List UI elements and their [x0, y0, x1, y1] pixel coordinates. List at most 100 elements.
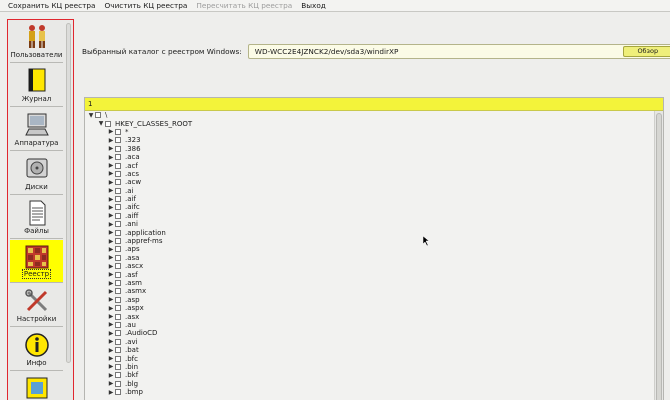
browse-button[interactable]: Обзор	[622, 46, 670, 57]
tree-row[interactable]: ▶ .AudioCD	[85, 329, 653, 337]
tree-root-row[interactable]: ▼ \	[85, 111, 653, 119]
checkbox[interactable]	[115, 380, 121, 387]
checkbox[interactable]	[115, 338, 121, 345]
sidebar-item-files[interactable]: Файлы	[10, 196, 63, 239]
checkbox[interactable]	[115, 347, 121, 354]
collapsed-arrow-icon[interactable]: ▶	[107, 170, 115, 177]
collapsed-arrow-icon[interactable]: ▶	[107, 321, 115, 328]
menu-exit[interactable]: Выход	[301, 1, 326, 10]
tree-row[interactable]: ▶ .ascx	[85, 262, 653, 270]
sidebar-item-journal[interactable]: Журнал	[10, 64, 63, 107]
checkbox[interactable]	[115, 280, 121, 286]
tree-scrollbar-thumb[interactable]	[656, 113, 662, 400]
tree-row[interactable]: ▶ .ani	[85, 220, 653, 228]
collapsed-arrow-icon[interactable]: ▶	[107, 347, 115, 354]
checkbox[interactable]	[115, 221, 121, 228]
checkbox[interactable]	[115, 355, 121, 362]
checkbox[interactable]	[115, 196, 121, 203]
checkbox[interactable]	[115, 296, 121, 303]
collapsed-arrow-icon[interactable]: ▶	[107, 296, 115, 303]
checkbox[interactable]	[115, 288, 121, 295]
sidebar-item-disks[interactable]: Диски	[10, 152, 63, 195]
menu-save-registry-checksum[interactable]: Сохранить КЦ реестра	[8, 1, 96, 10]
collapsed-arrow-icon[interactable]: ▶	[107, 330, 115, 337]
sidebar-item-hardware[interactable]: Аппаратура	[10, 108, 63, 151]
tree-row[interactable]: ▶ .asx	[85, 312, 653, 321]
tree-row[interactable]: ▶ .acs	[85, 170, 653, 178]
collapsed-arrow-icon[interactable]: ▶	[107, 154, 115, 161]
tree-row[interactable]: ▶ .avi	[85, 338, 653, 346]
menu-clear-registry-checksum[interactable]: Очистить КЦ реестра	[105, 1, 188, 10]
collapsed-arrow-icon[interactable]: ▶	[107, 288, 115, 295]
collapsed-arrow-icon[interactable]: ▶	[107, 246, 115, 253]
tree-row[interactable]: ▶ .aca	[85, 153, 653, 161]
tree-row[interactable]: ▶ .asp	[85, 296, 653, 304]
collapsed-arrow-icon[interactable]: ▶	[107, 389, 115, 396]
checkbox[interactable]	[115, 389, 121, 396]
checkbox[interactable]	[115, 363, 121, 370]
menu-recalculate-registry-checksum[interactable]: Пересчитать КЦ реестра	[196, 1, 292, 10]
checkbox[interactable]	[115, 305, 121, 312]
collapsed-arrow-icon[interactable]: ▶	[107, 238, 115, 245]
tree-row[interactable]: ▶ .ai	[85, 187, 653, 195]
checkbox[interactable]	[115, 162, 121, 169]
collapsed-arrow-icon[interactable]: ▶	[107, 372, 115, 379]
sidebar-scrollbar[interactable]	[66, 23, 71, 363]
collapsed-arrow-icon[interactable]: ▶	[107, 221, 115, 228]
checkbox[interactable]	[115, 372, 121, 379]
sidebar-item-settings[interactable]: Настройки	[10, 284, 63, 327]
checkbox[interactable]	[115, 154, 121, 161]
collapsed-arrow-icon[interactable]: ▶	[107, 128, 115, 135]
collapsed-arrow-icon[interactable]: ▶	[107, 380, 115, 387]
tree-row[interactable]: ▶ .asm	[85, 279, 653, 287]
collapsed-arrow-icon[interactable]: ▶	[107, 212, 115, 219]
tree-row[interactable]: ▶ .acf	[85, 161, 653, 170]
sidebar-item-registry[interactable]: Реестр	[10, 240, 63, 283]
checkbox[interactable]	[115, 179, 121, 186]
collapsed-arrow-icon[interactable]: ▶	[107, 145, 115, 152]
tree-row[interactable]: ▶ .bmp	[85, 388, 653, 396]
tree-row[interactable]: ▶ .aifc	[85, 203, 653, 211]
collapsed-arrow-icon[interactable]: ▶	[107, 305, 115, 312]
expanded-arrow-icon[interactable]: ▼	[97, 120, 105, 127]
tree-row[interactable]: ▶ .au	[85, 321, 653, 329]
tree-row[interactable]: ▶ *	[85, 128, 653, 136]
tree-row[interactable]: ▶ .appref-ms	[85, 237, 653, 245]
checkbox[interactable]	[115, 170, 121, 177]
checkbox[interactable]	[115, 204, 121, 211]
registry-tree[interactable]: ▼ \ ▼ HKEY_CLASSES_ROOT ▶ * ▶ .323 ▶ .386 ▶ .ac…	[85, 111, 653, 400]
sidebar-item-info[interactable]: Инфо	[10, 328, 63, 371]
collapsed-arrow-icon[interactable]: ▶	[107, 280, 115, 287]
tree-row[interactable]: ▶ .bin	[85, 363, 653, 371]
tree-row[interactable]: ▶ .application	[85, 228, 653, 237]
tree-row[interactable]: ▶ .323	[85, 136, 653, 144]
checkbox[interactable]	[105, 120, 111, 127]
expanded-arrow-icon[interactable]: ▼	[87, 112, 95, 119]
tree-row[interactable]: ▶ .aif	[85, 195, 653, 203]
collapsed-arrow-icon[interactable]: ▶	[107, 137, 115, 144]
tree-row[interactable]: ▶ .386	[85, 145, 653, 153]
collapsed-arrow-icon[interactable]: ▶	[107, 338, 115, 345]
checkbox[interactable]	[115, 137, 121, 144]
collapsed-arrow-icon[interactable]: ▶	[107, 229, 115, 236]
tree-row[interactable]: ▶ .asf	[85, 270, 653, 279]
tree-row[interactable]: ▶ .asmx	[85, 287, 653, 295]
tree-row[interactable]: ▶ .acw	[85, 178, 653, 186]
sidebar-item-more[interactable]	[10, 372, 63, 400]
tree-scrollbar[interactable]	[654, 111, 663, 400]
tree-row[interactable]: ▶ .bat	[85, 346, 653, 354]
tree-row[interactable]: ▶ .bkf	[85, 371, 653, 379]
collapsed-arrow-icon[interactable]: ▶	[107, 179, 115, 186]
checkbox[interactable]	[115, 145, 121, 152]
checkbox[interactable]	[115, 187, 121, 194]
checkbox[interactable]	[115, 246, 121, 253]
checkbox[interactable]	[115, 254, 121, 261]
catalog-path-field[interactable]: WD-WCC2E4JZNCK2/dev/sda3/windirXP Обзор	[247, 44, 670, 59]
tree-hive-row[interactable]: ▼ HKEY_CLASSES_ROOT	[85, 119, 653, 128]
tree-row[interactable]: ▶ .aspx	[85, 304, 653, 312]
tree-row[interactable]: ▶ .aiff	[85, 212, 653, 220]
collapsed-arrow-icon[interactable]: ▶	[107, 263, 115, 270]
tree-row[interactable]: ▶ .aps	[85, 245, 653, 253]
checkbox[interactable]	[115, 229, 121, 236]
checkbox[interactable]	[95, 112, 101, 119]
